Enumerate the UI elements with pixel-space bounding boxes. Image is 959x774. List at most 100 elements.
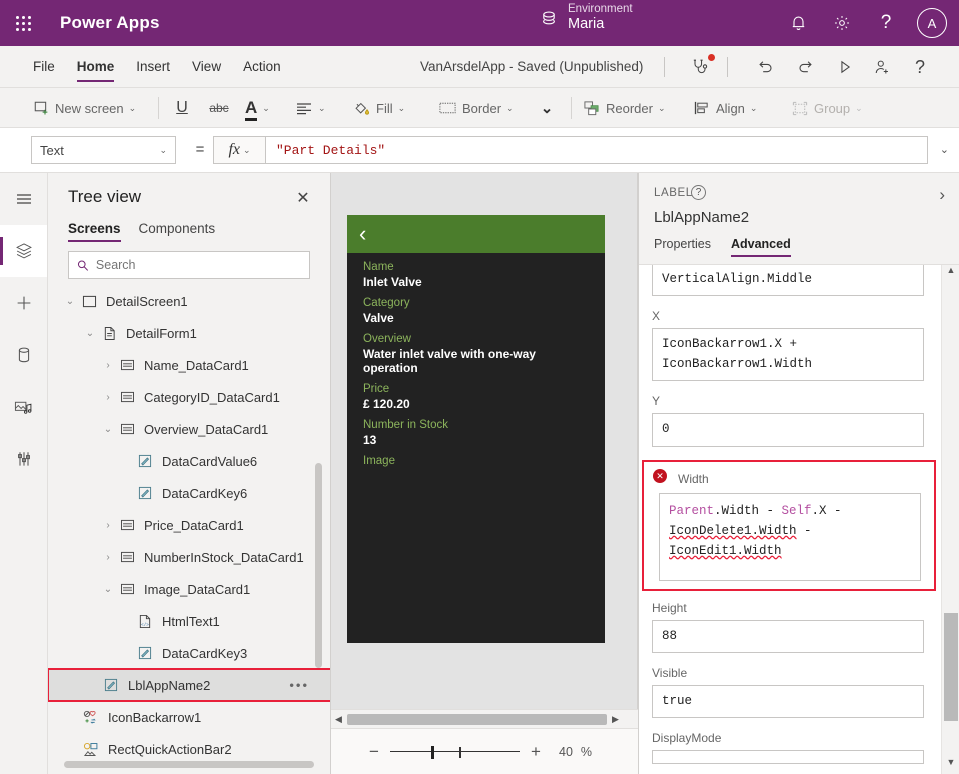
tree-item-datacardkey6[interactable]: DataCardKey6 [48,477,331,509]
app-preview-screen[interactable]: ‹ Name Inlet Valve Category Valve Overvi… [347,215,605,643]
detail-form: Name Inlet Valve Category Valve Overview… [347,261,605,467]
property-input[interactable]: true [652,685,924,718]
menu-item-home[interactable]: Home [66,46,126,88]
chevron-right-icon[interactable]: › [100,552,116,563]
property-select[interactable]: Text ⌄ [31,136,176,164]
collapse-panel-chevron-icon[interactable]: › [939,185,945,205]
align-objects-button[interactable]: Align ⌄ [693,88,757,128]
property-input[interactable]: 0 [652,413,924,446]
tree-vertical-scrollbar[interactable] [315,463,322,668]
tree-item-overview-datacard1[interactable]: ⌄ Overview_DataCard1 [48,413,331,445]
zoom-in-button[interactable]: + [523,742,549,762]
chevron-down-icon[interactable]: ⌄ [100,584,116,595]
property-input[interactable]: VerticalAlign.Middle [652,265,924,296]
search-field[interactable] [96,258,301,272]
help-icon[interactable]: ? [691,185,706,200]
menu-help-button[interactable]: ? [904,46,936,88]
fx-button[interactable]: fx ⌄ [213,136,265,164]
more-options-button[interactable]: ⌄ [533,88,561,128]
tab-properties[interactable]: Properties [654,237,711,257]
scroll-left-icon[interactable]: ◀ [331,714,346,725]
close-icon[interactable]: ✕ [292,187,314,209]
new-screen-button[interactable]: New screen ⌄ [33,88,136,128]
tree-item-lblappname2[interactable]: LblAppName2 ••• [48,669,331,701]
tree-item-context-menu-button[interactable]: ••• [289,678,309,693]
notifications-button[interactable] [777,0,819,46]
chevron-down-icon: ⌄ [262,103,270,114]
app-checker-button[interactable] [681,46,719,88]
tree-item-iconbackarrow1[interactable]: IconBackarrow1 [48,701,331,733]
tree-item-datacardkey3[interactable]: DataCardKey3 [48,637,331,669]
property-input[interactable]: 88 [652,620,924,653]
menu-item-action[interactable]: Action [232,46,292,88]
tab-screens[interactable]: Screens [68,221,121,242]
rail-menu-button[interactable] [0,173,47,225]
tree-item-categoryid-datacard1[interactable]: › CategoryID_DataCard1 [48,381,331,413]
back-arrow-icon[interactable]: ‹ [359,223,366,245]
scroll-down-icon[interactable]: ▼ [942,757,959,774]
menu-item-view[interactable]: View [181,46,232,88]
chevron-down-icon[interactable]: ⌄ [62,296,78,307]
properties-scroll-thumb[interactable] [944,613,958,721]
property-input[interactable] [652,750,924,764]
redo-button[interactable] [789,46,823,88]
scroll-up-icon[interactable]: ▲ [942,265,959,282]
zoom-out-button[interactable]: − [361,742,387,762]
tree-item-numberinstock-datacard1[interactable]: › NumberInStock_DataCard1 [48,541,331,573]
search-input[interactable] [68,251,310,279]
chevron-down-icon[interactable]: ⌄ [82,328,98,339]
tree-item-image-datacard1[interactable]: ⌄ Image_DataCard1 [48,573,331,605]
properties-scrollbar[interactable]: ▲ ▼ [941,265,959,774]
border-button[interactable]: Border ⌄ [438,88,514,128]
rail-media-button[interactable] [0,381,47,433]
datacard-icon [116,359,138,371]
chevron-right-icon[interactable]: › [100,392,116,403]
rail-tree-view-button[interactable] [0,225,47,277]
tree-item-name-datacard1[interactable]: › Name_DataCard1 [48,349,331,381]
tree-item-price-datacard1[interactable]: › Price_DataCard1 [48,509,331,541]
settings-button[interactable] [821,0,863,46]
tree-horizontal-scrollbar[interactable] [64,761,314,768]
property-input[interactable]: IconBackarrow1.X + IconBackarrow1.Width [652,328,924,381]
share-button[interactable] [865,46,899,88]
property-input-width[interactable]: Parent.Width - Self.X - IconDelete1.Widt… [659,493,921,581]
underline-button[interactable]: U [168,88,196,128]
group-button[interactable]: Group ⌄ [791,88,863,128]
zoom-slider[interactable] [390,744,520,760]
zoom-slider-thumb[interactable] [431,746,434,759]
undo-button[interactable] [748,46,782,88]
text-align-button[interactable]: ⌄ [295,88,326,128]
avatar[interactable]: A [917,8,947,38]
chevron-right-icon[interactable]: › [100,360,116,371]
tree-item-label: CategoryID_DataCard1 [144,390,280,405]
field-value: Valve [363,311,589,325]
tree-item-datacardvalue6[interactable]: DataCardValue6 [48,445,331,477]
app-launcher-button[interactable] [0,0,46,46]
fill-button[interactable]: Fill ⌄ [352,88,405,128]
chevron-down-icon[interactable]: ⌄ [100,424,116,435]
menu-item-insert[interactable]: Insert [125,46,181,88]
canvas-hscroll-thumb[interactable] [347,714,607,725]
label-icon [134,486,156,500]
rail-insert-button[interactable] [0,277,47,329]
reorder-button[interactable]: Reorder ⌄ [583,88,666,128]
align-objects-label: Align [716,101,745,116]
formula-input[interactable]: "Part Details" [265,136,928,164]
tree-item-detailscreen1[interactable]: ⌄ DetailScreen1 [48,285,331,317]
preview-button[interactable] [829,46,861,88]
chevron-right-icon[interactable]: › [100,520,116,531]
tree-item-htmltext1[interactable]: </> HtmlText1 [48,605,331,637]
strikethrough-button[interactable]: abc [205,88,233,128]
scroll-right-icon[interactable]: ▶ [608,714,623,725]
tab-advanced[interactable]: Advanced [731,237,791,257]
menu-item-file[interactable]: File [22,46,66,88]
rail-advanced-tools-button[interactable] [0,433,47,485]
formula-expand-chevron[interactable]: ⌄ [940,136,949,164]
help-button[interactable]: ? [865,0,907,46]
tree-item-detailform1[interactable]: ⌄ DetailForm1 [48,317,331,349]
font-color-button[interactable]: A ⌄ [245,88,270,128]
environment-selector[interactable]: Environment Maria [538,3,633,33]
tab-components[interactable]: Components [139,221,216,242]
rail-data-button[interactable] [0,329,47,381]
canvas-horizontal-scrollbar[interactable]: ◀ ▶ [331,709,638,728]
